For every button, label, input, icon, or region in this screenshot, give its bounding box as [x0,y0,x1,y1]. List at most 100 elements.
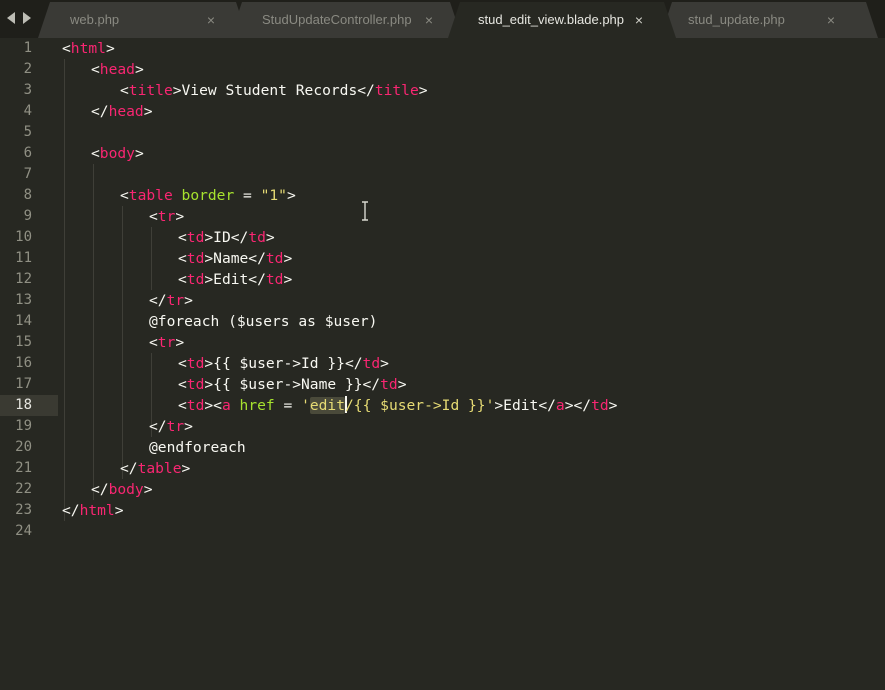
tag-token: td [591,397,609,414]
line-number: 17 [15,376,32,392]
text-token: < [178,355,187,372]
attribute-token: border [181,187,235,204]
tab-web-php[interactable]: web.php × [38,2,248,38]
text-token: > [105,40,115,57]
line-number: 7 [23,166,32,182]
line-number: 1 [23,40,32,56]
indent-guide [64,59,65,521]
text-token: @foreach ($users as $user) [149,313,378,330]
text-token: > [143,103,153,120]
tag-token: tr [157,334,176,351]
indent-guide [93,164,94,500]
line-number: 22 [15,481,32,497]
line-number: 10 [15,229,32,245]
text-token: </ [149,418,167,435]
tag-token: tr [166,292,185,309]
tag-token: body [108,481,144,498]
text-token: > [283,250,293,267]
text-token: > [175,334,185,351]
text-token: >View Student Records</ [172,82,375,99]
line-number: 6 [23,145,32,161]
code-line: <tr> [149,206,184,227]
tab-bar: web.php × StudUpdateController.php × stu… [0,0,885,38]
close-icon[interactable]: × [632,2,646,38]
code-line: <body> [91,143,144,164]
code-editor[interactable]: 1 2 3 4 5 6 7 8 9 10 11 12 13 14 15 16 17 18 19 20 21 22 23 24 … [0,38,885,690]
line-number: 8 [23,187,32,203]
arrow-right-icon[interactable] [20,10,34,26]
close-icon[interactable]: × [824,2,838,38]
line-number: 11 [15,250,32,266]
text-cursor-icon [360,201,370,221]
code-line: <td>{{ $user->Id }}</td> [178,353,389,374]
code-line: <table border = "1"> [120,185,296,206]
attribute-token: href [239,397,275,414]
text-token: > [114,502,124,519]
text-token: = [274,397,302,414]
tag-token: a [555,397,565,414]
nav-arrows [4,10,38,26]
line-number: 16 [15,355,32,371]
line-number: 3 [23,82,32,98]
text-token: @endforeach [149,439,246,456]
tab-label: StudUpdateController.php [262,12,412,27]
code-line: <head> [91,59,144,80]
text-token: < [178,229,187,246]
tag-token: td [248,229,266,246]
text-token: < [120,82,129,99]
tag-token: head [99,61,135,78]
line-number: 18 [15,397,32,413]
text-token: </ [91,481,109,498]
line-number: 21 [15,460,32,476]
tag-token: a [221,397,231,414]
tab-stud-edit-view-blade[interactable]: stud_edit_view.blade.php × [448,2,676,38]
text-token: >{{ $user->Name }}</ [204,376,381,393]
text-token: > [143,481,153,498]
text-token: >{{ $user->Id }}</ [204,355,363,372]
code-line: <td><a href = 'edit/{{ $user->Id }}'>Edi… [178,395,617,416]
code-line: @endforeach [149,437,246,458]
tab-stud-update[interactable]: stud_update.php × [660,2,878,38]
line-number: 13 [15,292,32,308]
code-line: <title>View Student Records</title> [120,80,428,101]
line-number: 15 [15,334,32,350]
text-token: > [184,418,193,435]
text-token: > [184,292,193,309]
code-line: <tr> [149,332,184,353]
line-number: 24 [15,523,32,539]
close-icon[interactable]: × [204,2,218,38]
tag-token: td [362,355,381,372]
tag-token: td [380,376,398,393]
text-token: >Edit</ [204,271,266,288]
text-token: > [175,208,185,225]
line-number: 19 [15,418,32,434]
close-icon[interactable]: × [422,2,436,38]
text-token: < [91,61,100,78]
code-line: </tr> [149,416,193,437]
text-token: < [62,40,71,57]
tag-token: td [265,271,284,288]
tag-token: td [186,271,205,288]
line-number: 23 [15,502,32,518]
tag-token: td [186,250,205,267]
tab-label: stud_update.php [688,12,785,27]
line-number: 14 [15,313,32,329]
line-number: 12 [15,271,32,287]
tab-stud-update-controller[interactable]: StudUpdateController.php × [230,2,462,38]
tag-token: tr [166,418,185,435]
text-token: </ [91,103,109,120]
tag-token: body [99,145,135,162]
line-number: 9 [23,208,32,224]
code-line: @foreach ($users as $user) [149,311,377,332]
line-number: 5 [23,124,32,140]
text-token: < [149,208,158,225]
line-number: 20 [15,439,32,455]
text-token: > [286,187,296,204]
arrow-left-icon[interactable] [4,10,18,26]
string-token: ' [301,397,310,414]
indent-guide [122,206,123,479]
tag-token: html [79,502,115,519]
code-line: <td>{{ $user->Name }}</td> [178,374,406,395]
